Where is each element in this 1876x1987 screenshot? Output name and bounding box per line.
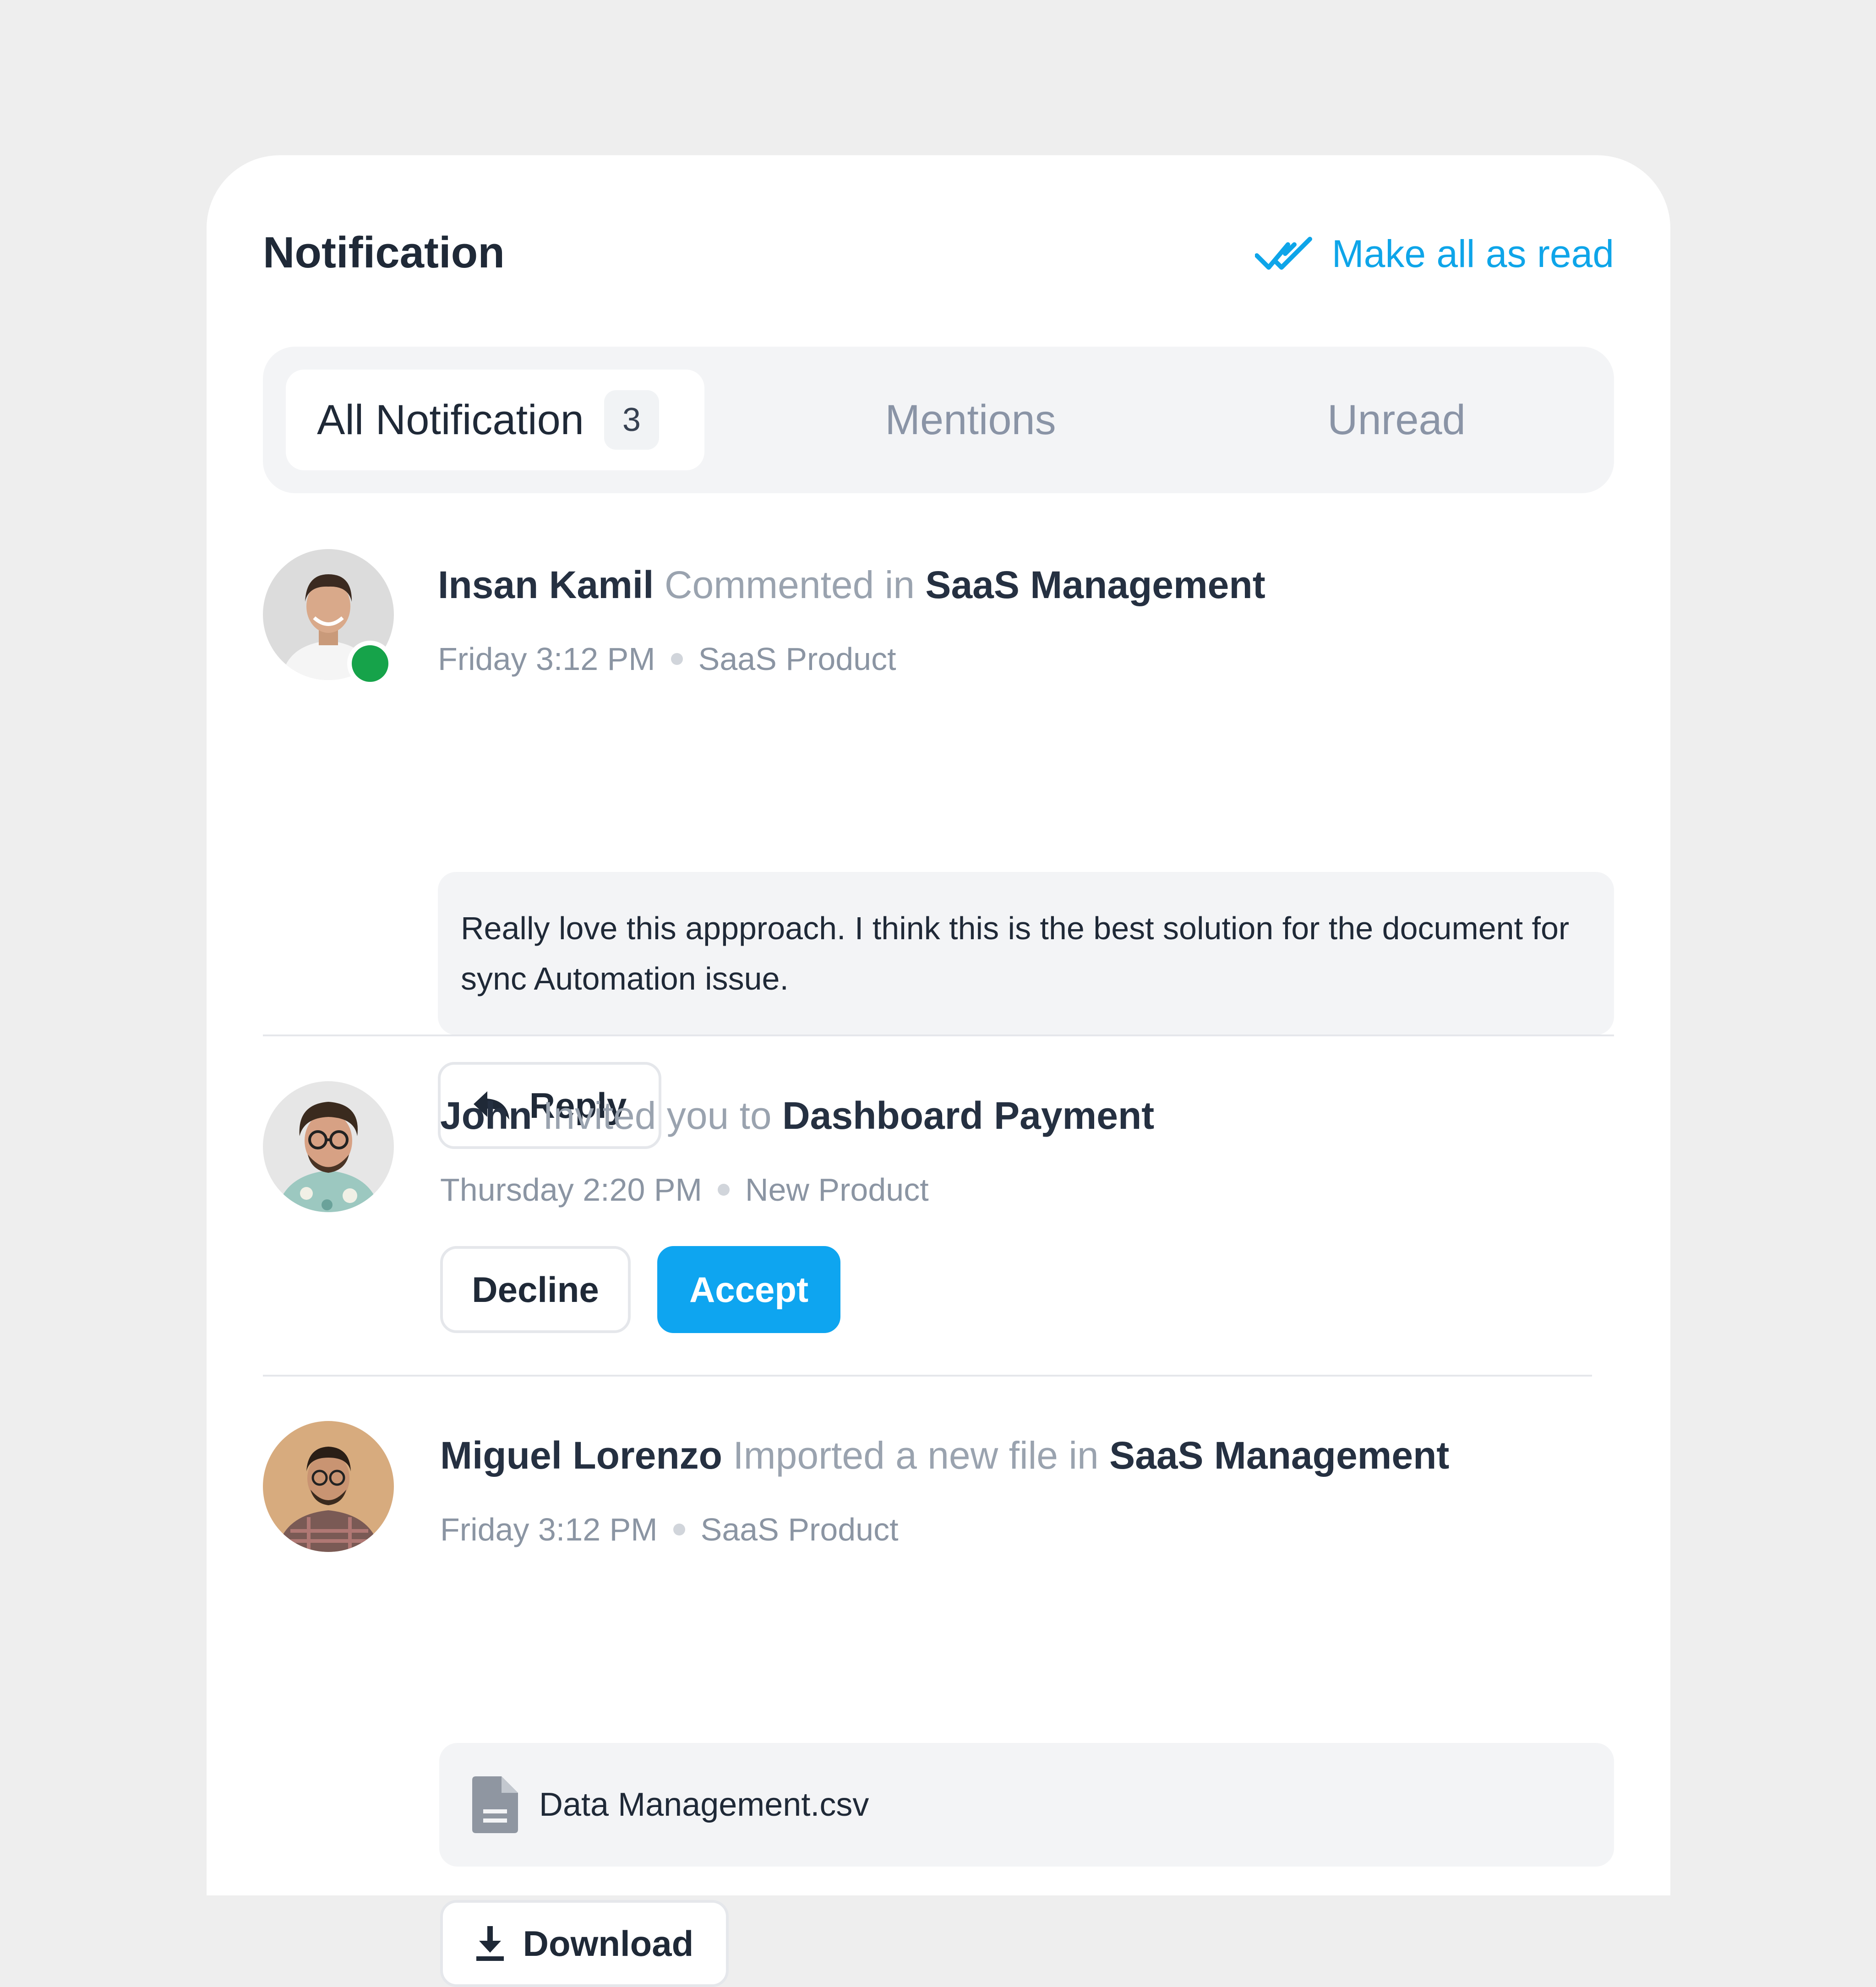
tab-mentions[interactable]: Mentions (721, 370, 1220, 470)
avatar-image (263, 1421, 394, 1552)
notification-action: Invited you to (543, 1094, 772, 1137)
panel-header: Notification Make all as read (263, 224, 1614, 283)
user-name[interactable]: John (440, 1094, 532, 1137)
mark-all-read-button[interactable]: Make all as read (1254, 224, 1614, 283)
separator-dot (673, 1524, 685, 1535)
notification-tabs: All Notification 3 Mentions Unread (263, 347, 1614, 493)
tab-unread[interactable]: Unread (1147, 370, 1646, 470)
tab-label: All Notification (317, 396, 584, 443)
separator-dot (717, 1184, 730, 1196)
notification-target[interactable]: SaaS Management (1109, 1434, 1449, 1477)
file-icon (472, 1776, 518, 1833)
tab-label: Mentions (885, 396, 1056, 443)
avatar-image (263, 1081, 394, 1212)
notification-meta: Friday 3:12 PM SaaS Product (438, 641, 896, 677)
notification-item: Miguel Lorenzo Imported a new file in Sa… (263, 1421, 1614, 1987)
notification-target[interactable]: Dashboard Payment (782, 1094, 1154, 1137)
notification-meta: Friday 3:12 PM SaaS Product (440, 1511, 899, 1548)
double-check-icon (1254, 237, 1312, 270)
decline-button[interactable]: Decline (440, 1246, 631, 1333)
comment-quote: Really love this appproach. I think this… (438, 872, 1614, 1035)
notification-project: SaaS Product (700, 1512, 899, 1547)
accept-label: Accept (689, 1269, 809, 1310)
notification-panel: Notification Make all as read All Notifi… (207, 155, 1670, 1987)
notification-item: Insan Kamil Commented in SaaS Management… (263, 549, 1614, 1149)
notification-time: Friday 3:12 PM (440, 1512, 658, 1547)
mark-all-read-label: Make all as read (1331, 232, 1614, 275)
online-status-indicator (347, 641, 393, 686)
notification-action: Commented in (664, 563, 915, 606)
notification-item: John Invited you to Dashboard Payment Th… (263, 1081, 1614, 1402)
file-name: Data Management.csv (539, 1786, 869, 1823)
download-button[interactable]: Download (440, 1900, 729, 1987)
divider (263, 1034, 1614, 1036)
notification-title: John Invited you to Dashboard Payment (440, 1094, 1154, 1138)
page-title: Notification (263, 228, 505, 277)
tab-label: Unread (1327, 396, 1466, 443)
separator-dot (671, 653, 683, 665)
download-label: Download (523, 1923, 694, 1964)
file-attachment[interactable]: Data Management.csv (439, 1743, 1614, 1867)
notification-project: New Product (745, 1172, 929, 1208)
notification-title: Miguel Lorenzo Imported a new file in Sa… (440, 1433, 1449, 1478)
tab-all-notification[interactable]: All Notification 3 (286, 370, 704, 470)
notification-meta: Thursday 2:20 PM New Product (440, 1171, 929, 1208)
avatar[interactable] (263, 1421, 394, 1552)
notification-title: Insan Kamil Commented in SaaS Management (438, 563, 1265, 607)
avatar[interactable] (263, 1081, 394, 1212)
decline-label: Decline (472, 1269, 599, 1310)
divider (263, 1375, 1592, 1377)
notification-time: Thursday 2:20 PM (440, 1172, 702, 1208)
user-name[interactable]: Miguel Lorenzo (440, 1434, 722, 1477)
notification-count-badge: 3 (604, 390, 659, 450)
notification-action: Imported a new file in (733, 1434, 1099, 1477)
notification-project: SaaS Product (698, 641, 896, 677)
user-name[interactable]: Insan Kamil (438, 563, 654, 606)
avatar[interactable] (263, 549, 394, 686)
notification-time: Friday 3:12 PM (438, 641, 655, 677)
notification-target[interactable]: SaaS Management (925, 563, 1265, 606)
download-icon (476, 1926, 504, 1961)
accept-button[interactable]: Accept (657, 1246, 840, 1333)
